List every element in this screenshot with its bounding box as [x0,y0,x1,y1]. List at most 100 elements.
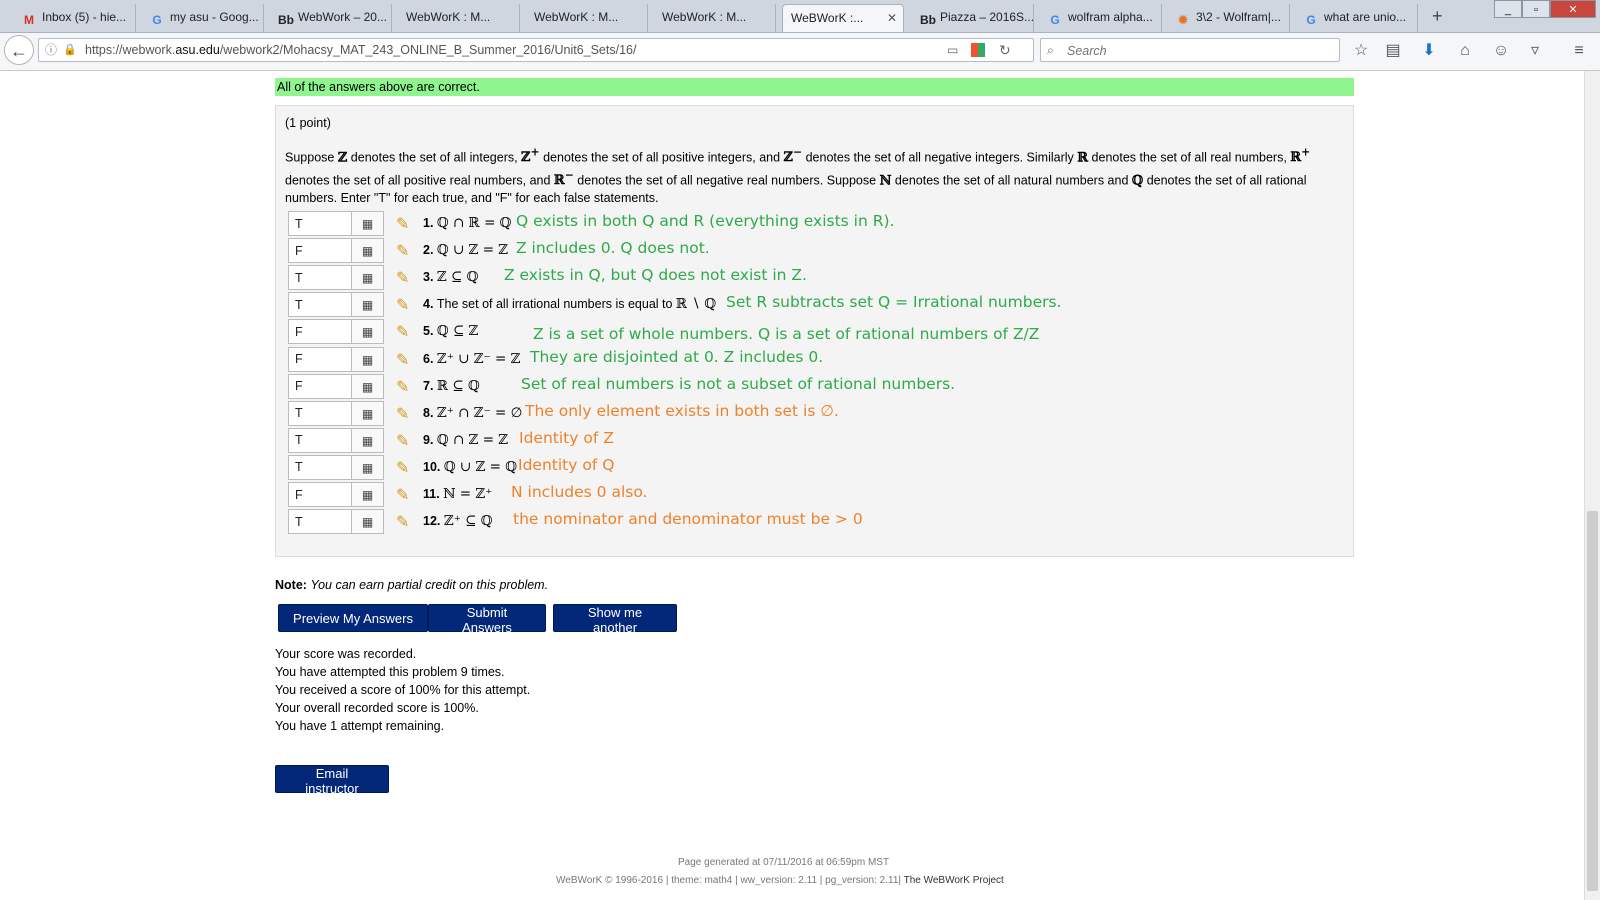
bookmark-star-icon[interactable]: ☆ [1350,40,1372,62]
handwritten-note: Q exists in both Q and R (everything exi… [516,212,895,230]
pencil-icon: ✎ [396,432,410,450]
answer-input[interactable] [288,427,352,453]
tab-2[interactable]: Gmy asu - Goog... [142,4,264,32]
tab-label: my asu - Goog... [170,10,259,24]
equation-editor-icon[interactable]: ▦ [352,292,384,318]
pencil-icon: ✎ [396,405,410,423]
url-prefix: https://webwork. [85,43,176,57]
back-button[interactable]: ← [4,35,34,65]
url-path: /webwork2/Mohacsy_MAT_243_ONLINE_B_Summe… [219,43,637,57]
new-tab-button[interactable]: + [1432,6,1443,27]
equation-editor-icon[interactable]: ▦ [352,346,384,372]
question-math: ℤ⁺ ∩ ℤ⁻ = ∅ [436,404,523,421]
pencil-icon: ✎ [396,351,410,369]
question-text: 5. ℚ ⊆ ℤ [423,323,478,339]
score-line: You have attempted this problem 9 times. [275,665,505,679]
equation-editor-icon[interactable]: ▦ [352,373,384,399]
scrollbar[interactable] [1584,71,1600,900]
question-number: 10. [423,459,444,474]
equation-editor-icon[interactable]: ▦ [352,238,384,264]
answer-input[interactable] [288,346,352,372]
question-text: 3. ℤ ⊆ ℚ [423,269,478,285]
score-line: You received a score of 100% for this at… [275,683,531,697]
question-math: ℚ ∪ ℤ = ℚ [443,458,518,475]
tab-label: WebWorK : M... [534,10,619,24]
home-icon[interactable]: ⌂ [1454,40,1476,62]
tab-7[interactable]: WeBWorK :... ✕ [782,4,904,32]
tab-3[interactable]: Bb WebWork – 20... [270,4,392,32]
handwritten-note: Set of real numbers is not a subset of r… [521,374,956,393]
chat-icon[interactable]: ☺ [1490,40,1512,62]
lock-icon: 🔒 [63,44,77,56]
reload-icon[interactable]: ↻ [999,39,1011,61]
close-tab-icon[interactable]: ✕ [887,11,897,25]
maximize-button[interactable]: ▫ [1522,0,1550,18]
answer-input[interactable] [288,509,352,535]
tab-11[interactable]: Gwhat are unio... [1296,4,1418,32]
pencil-icon: ✎ [396,378,410,396]
pencil-icon: ✎ [396,324,410,342]
question-number: 9. [423,432,437,447]
tab-8[interactable]: Bb Piazza – 2016S... [912,4,1034,32]
email-instructor-button[interactable]: Email instructor [275,765,389,796]
tab-5[interactable]: WebWorK : M... [526,4,648,32]
back-arrow-icon: ← [10,41,28,61]
answer-input[interactable] [288,482,352,507]
search-input[interactable] [1065,41,1329,61]
equation-editor-icon[interactable]: ▦ [352,454,384,480]
tab-10[interactable]: ✹ 3\2 - Wolfram|... [1168,4,1290,32]
tab-9[interactable]: Gwolfram alpha... [1040,4,1162,32]
tab-4[interactable]: WebWorK : M... [398,4,520,32]
plugin-icon[interactable] [971,43,985,57]
tab-label: 3\2 - Wolfram|... [1196,10,1281,24]
equation-editor-icon[interactable]: ▦ [352,400,384,426]
answer-input[interactable] [288,265,352,291]
menu-icon[interactable]: ≡ [1568,40,1590,62]
question-number: 12. [423,514,444,529]
url-text[interactable]: https://webwork.asu.edu/webwork2/Mohacsy… [85,39,636,61]
question-math: ℚ ∪ ℤ = ℤ [436,242,509,259]
info-icon[interactable]: ⓘ [45,39,57,61]
search-bar[interactable]: ⌕ [1040,38,1340,62]
score-line: You have 1 attempt remaining. [275,719,445,733]
tab-bar: + _ ▫ ✕ M Inbox (5) - hie... Gmy asu - Goo… [0,0,1600,33]
answer-input[interactable] [288,373,352,399]
equation-editor-icon[interactable]: ▦ [352,482,384,507]
reading-list-icon[interactable]: ▤ [1382,40,1404,62]
tab-6[interactable]: WebWorK : M... [654,4,776,32]
pocket-icon[interactable]: ▿ [1524,40,1546,62]
pencil-icon: ✎ [396,216,410,233]
reader-view-icon[interactable]: ▭ [947,39,958,61]
handwritten-note: Z includes 0. Q does not. [516,239,710,258]
scrollbar-thumb[interactable] [1587,511,1598,891]
answer-input[interactable] [288,400,352,426]
pencil-icon: ✎ [396,297,410,315]
equation-editor-icon[interactable]: ▦ [352,509,384,535]
blackboard-icon: Bb [278,13,294,27]
answer-input[interactable] [288,319,352,345]
tab-1[interactable]: M Inbox (5) - hie... [14,4,136,32]
answer-input[interactable] [288,292,352,318]
question-label: The set of all irrational numbers is equ… [436,297,676,312]
show-another-button[interactable]: Show me another [553,604,677,635]
close-window-button[interactable]: ✕ [1550,0,1596,18]
minimize-button[interactable]: _ [1494,0,1522,18]
answer-input[interactable] [288,211,352,236]
preview-answers-button[interactable]: Preview My Answers [278,604,428,632]
answer-input[interactable] [288,454,352,480]
equation-editor-icon[interactable]: ▦ [352,427,384,453]
answer-input[interactable] [288,238,352,264]
equation-editor-icon[interactable]: ▦ [352,211,384,236]
url-bar[interactable]: ⓘ 🔒 https://webwork.asu.edu/webwork2/Moh… [38,38,1034,62]
gmail-icon: M [24,13,34,27]
question-number: 3. [423,270,437,285]
download-icon[interactable]: ⬇ [1418,40,1440,62]
question-number: 2. [423,243,437,258]
handwritten-note: They are disjointed at 0. Z includes 0. [530,347,824,366]
submit-answers-button[interactable]: Submit Answers [428,604,546,635]
equation-editor-icon[interactable]: ▦ [352,265,384,291]
equation-editor-icon[interactable]: ▦ [352,319,384,345]
question-text: 6. ℤ⁺ ∪ ℤ⁻ = ℤ [423,351,521,367]
webwork-project-link[interactable]: The WeBWorK Project [904,875,1004,886]
search-icon: ⌕ [1047,43,1055,57]
